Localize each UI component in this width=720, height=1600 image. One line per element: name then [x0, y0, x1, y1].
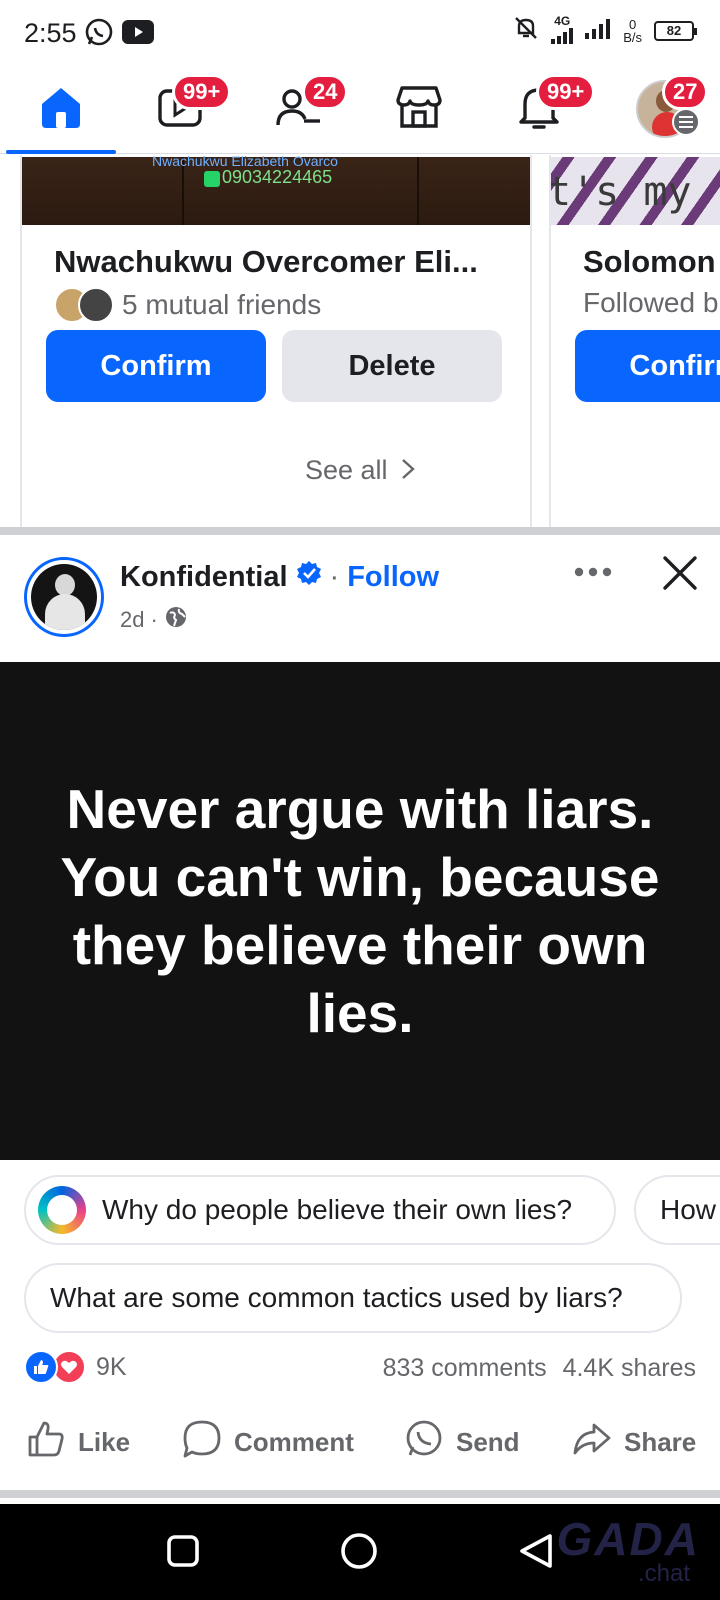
battery-indicator: 82	[654, 20, 697, 41]
youtube-icon	[122, 20, 154, 49]
status-time: 2:55	[24, 18, 77, 48]
meta-separator: ·	[150, 607, 158, 632]
thumbs-up-icon	[26, 1419, 66, 1466]
section-divider	[0, 1490, 720, 1498]
menu-icon	[672, 108, 700, 136]
marketplace-icon	[394, 82, 444, 137]
suggested-question-chip[interactable]: What are some common tactics used by lia…	[24, 1263, 682, 1333]
friend-subtitle: Followed b	[583, 287, 718, 319]
section-divider	[0, 527, 720, 535]
like-reaction-icon	[24, 1350, 58, 1384]
post-quote-text: Never argue with liars. You can't win, b…	[60, 778, 660, 1044]
globe-icon	[164, 605, 188, 635]
comment-icon	[182, 1419, 222, 1466]
follow-separator: ·	[329, 560, 340, 593]
android-navigation-bar: GADA .chat	[0, 1504, 720, 1600]
notifications-badge: 99+	[536, 74, 596, 110]
send-label: Send	[456, 1426, 520, 1457]
recents-icon[interactable]	[166, 1534, 200, 1573]
whatsapp-send-icon	[404, 1419, 444, 1466]
post-quote-image[interactable]: Never argue with liars. You can't win, b…	[0, 662, 720, 1160]
like-label: Like	[78, 1426, 131, 1457]
watermark-logo: GADA	[556, 1513, 700, 1565]
mutual-avatars	[54, 287, 114, 323]
image-text: t's my	[549, 169, 692, 215]
image-text-phone: 09034224465	[222, 167, 333, 187]
friend-name[interactable]: Nwachukwu Overcomer Eli...	[54, 244, 478, 280]
friends-badge: 24	[302, 74, 349, 110]
friend-suggestions: Nwachukwu Elizabeth Ovarco 09034224465 N…	[0, 155, 720, 527]
top-navigation: 99+ 24 99+ 27	[0, 64, 720, 154]
suggested-question-chip[interactable]: How	[634, 1175, 720, 1245]
post-author-line: Konfidential · Follow	[120, 560, 439, 594]
home-icon	[37, 83, 85, 136]
back-triangle-icon[interactable]	[518, 1532, 554, 1575]
nav-marketplace[interactable]	[364, 64, 474, 154]
send-button[interactable]: Send	[404, 1402, 520, 1482]
suggested-question-text: What are some common tactics used by lia…	[50, 1282, 623, 1313]
post-stats: 833 comments 4.4K shares	[383, 1354, 696, 1383]
more-options-icon[interactable]	[573, 565, 613, 583]
close-icon[interactable]	[662, 555, 698, 596]
mutual-friends: 5 mutual friends	[54, 287, 321, 323]
see-all-label: See all	[304, 455, 388, 485]
share-arrow-icon	[572, 1419, 612, 1466]
confirm-button[interactable]: Confirm	[46, 330, 266, 402]
nav-friends[interactable]: 24	[244, 64, 354, 154]
comments-count[interactable]: 833 comments	[383, 1354, 547, 1383]
mutual-friends-text: 5 mutual friends	[122, 289, 322, 320]
post-time[interactable]: 2d	[120, 607, 144, 633]
delete-button[interactable]: Delete	[282, 330, 502, 402]
network-type: 4G	[551, 14, 574, 46]
comment-button[interactable]: Comment	[182, 1402, 354, 1482]
reaction-count: 9K	[96, 1352, 127, 1381]
post-action-bar: Like Comment Send Share	[0, 1402, 720, 1482]
share-label: Share	[624, 1426, 697, 1457]
chevron-right-icon	[401, 456, 415, 487]
nav-video[interactable]: 99+	[126, 64, 236, 154]
page-name[interactable]: Konfidential	[120, 561, 288, 594]
see-all-link[interactable]: See all	[0, 455, 720, 487]
verified-badge-icon	[296, 560, 322, 594]
nav-menu[interactable]: 27	[610, 64, 720, 154]
speed-value: 0	[628, 16, 637, 32]
friend-card-image: t's my	[551, 157, 720, 225]
shares-count[interactable]: 4.4K shares	[563, 1354, 696, 1383]
video-badge: 99+	[172, 74, 232, 110]
follow-button[interactable]: Follow	[347, 561, 439, 594]
share-button[interactable]: Share	[572, 1402, 696, 1482]
whatsapp-icon	[84, 17, 114, 52]
suggested-question-chip[interactable]: Why do people believe their own lies?	[24, 1175, 616, 1245]
friend-card-image: Nwachukwu Elizabeth Ovarco 09034224465	[22, 155, 530, 225]
signal-icon	[585, 17, 611, 44]
friend-name[interactable]: Solomon	[583, 244, 716, 280]
followed-by-text: Followed b	[583, 287, 719, 318]
status-bar: 2:55 4G 0 B/s 82	[0, 0, 720, 64]
like-button[interactable]: Like	[26, 1402, 130, 1482]
page-avatar[interactable]	[24, 557, 104, 637]
post-meta: 2d ·	[120, 605, 188, 635]
suggested-question-text: Why do people believe their own lies?	[102, 1194, 573, 1225]
page-avatar-image	[31, 564, 97, 630]
image-whatsapp-icon	[204, 171, 220, 187]
mute-icon	[513, 15, 539, 46]
post-header: Konfidential · Follow 2d ·	[0, 535, 720, 660]
reactions-summary[interactable]: 9K	[24, 1350, 127, 1384]
status-right: 4G 0 B/s 82	[513, 14, 697, 46]
nav-notifications[interactable]: 99+	[484, 64, 596, 154]
confirm-button[interactable]: Confirm	[575, 330, 720, 402]
suggested-question-text: How	[660, 1194, 717, 1225]
ai-ring-icon	[38, 1186, 86, 1234]
home-circle-icon[interactable]	[340, 1532, 378, 1575]
speed-unit: B/s	[623, 29, 642, 45]
nav-home[interactable]	[6, 64, 116, 154]
watermark-subtext: .chat	[637, 1560, 690, 1587]
menu-badge: 27	[662, 74, 709, 110]
network-speed: 0 B/s	[623, 18, 642, 44]
comment-label: Comment	[234, 1426, 354, 1457]
network-label: 4G	[554, 14, 571, 28]
